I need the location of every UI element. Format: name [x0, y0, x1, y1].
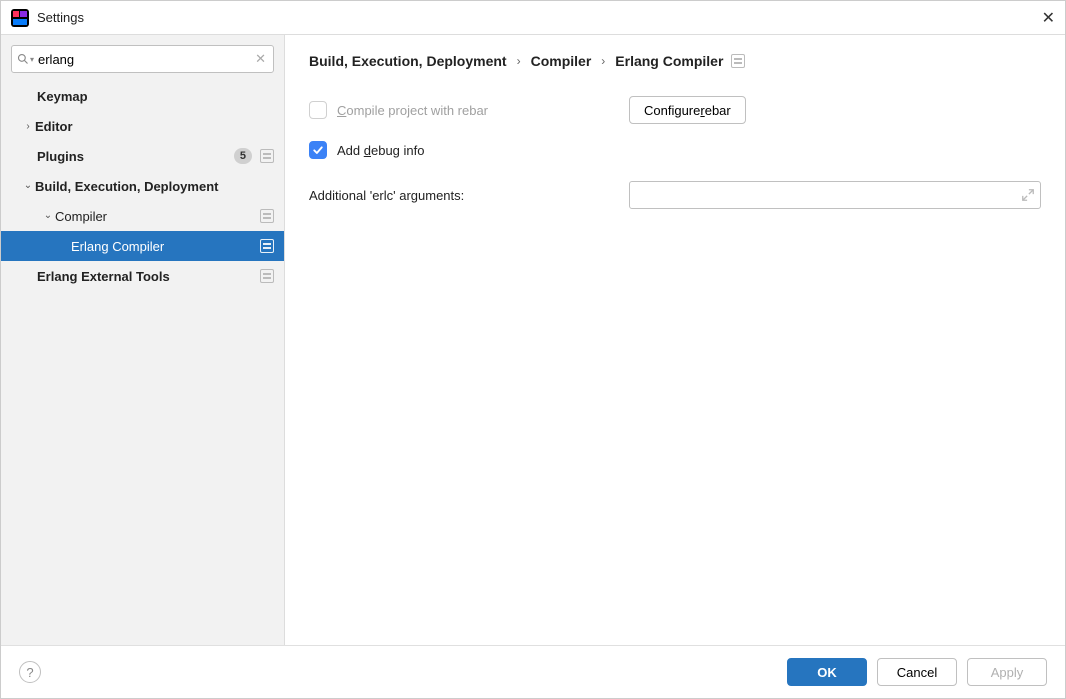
configure-rebar-button[interactable]: Configure rebar	[629, 96, 746, 124]
sidebar-item-keymap[interactable]: Keymap	[1, 81, 284, 111]
project-level-icon	[260, 269, 274, 283]
sidebar-item-build-execution-deployment[interactable]: ⌄ Build, Execution, Deployment	[1, 171, 284, 201]
dialog-footer: ? OK Cancel Apply	[1, 645, 1065, 698]
main-panel: Build, Execution, Deployment › Compiler …	[285, 35, 1065, 645]
chevron-right-icon: ›	[517, 54, 521, 68]
settings-tree: Keymap › Editor Plugins 5 ⌄ Build, Execu…	[1, 81, 284, 645]
erlc-args-row: Additional 'erlc' arguments:	[309, 181, 1041, 209]
sidebar-item-erlang-external-tools[interactable]: Erlang External Tools	[1, 261, 284, 291]
breadcrumb-part[interactable]: Build, Execution, Deployment	[309, 53, 507, 69]
app-icon	[11, 9, 29, 27]
project-level-icon	[260, 239, 274, 253]
sidebar-item-editor[interactable]: › Editor	[1, 111, 284, 141]
search-icon: ▾	[17, 53, 34, 65]
chevron-down-icon[interactable]: ⌄	[41, 210, 55, 221]
ok-button[interactable]: OK	[787, 658, 867, 686]
cancel-button[interactable]: Cancel	[877, 658, 957, 686]
project-level-icon	[260, 209, 274, 223]
chevron-down-icon[interactable]: ⌄	[21, 180, 35, 191]
close-icon[interactable]: ✕	[1027, 8, 1055, 28]
breadcrumb-part: Erlang Compiler	[615, 53, 723, 69]
expand-icon[interactable]	[1021, 188, 1035, 202]
content-area: ▾ ✕ Keymap › Editor Plugins 5 ⌄ Build, E…	[1, 35, 1065, 645]
compile-rebar-label: Compile project with rebar	[337, 103, 488, 118]
debug-info-checkbox[interactable]	[309, 141, 327, 159]
project-level-icon	[260, 149, 274, 163]
erlc-args-label: Additional 'erlc' arguments:	[309, 188, 629, 203]
sidebar-item-plugins[interactable]: Plugins 5	[1, 141, 284, 171]
plugins-badge: 5	[234, 148, 252, 164]
title-bar: Settings ✕	[1, 1, 1065, 35]
chevron-right-icon: ›	[601, 54, 605, 68]
debug-info-row: Add debug info	[309, 135, 1041, 165]
clear-search-icon[interactable]: ✕	[255, 51, 266, 67]
breadcrumb-part[interactable]: Compiler	[531, 53, 592, 69]
chevron-right-icon[interactable]: ›	[21, 121, 35, 132]
erlc-args-input[interactable]	[629, 181, 1041, 209]
sidebar-item-erlang-compiler[interactable]: Erlang Compiler	[1, 231, 284, 261]
window-title: Settings	[37, 10, 1027, 25]
apply-button: Apply	[967, 658, 1047, 686]
search-box: ▾ ✕	[11, 45, 274, 73]
sidebar-item-compiler[interactable]: ⌄ Compiler	[1, 201, 284, 231]
debug-info-label: Add debug info	[337, 143, 424, 158]
search-input[interactable]	[11, 45, 274, 73]
compile-rebar-row: Compile project with rebar Configure reb…	[309, 95, 1041, 125]
breadcrumb: Build, Execution, Deployment › Compiler …	[309, 53, 1041, 69]
sidebar: ▾ ✕ Keymap › Editor Plugins 5 ⌄ Build, E…	[1, 35, 285, 645]
compile-rebar-checkbox	[309, 101, 327, 119]
help-icon[interactable]: ?	[19, 661, 41, 683]
project-level-icon	[731, 54, 745, 68]
search-history-chevron-icon[interactable]: ▾	[30, 55, 34, 64]
